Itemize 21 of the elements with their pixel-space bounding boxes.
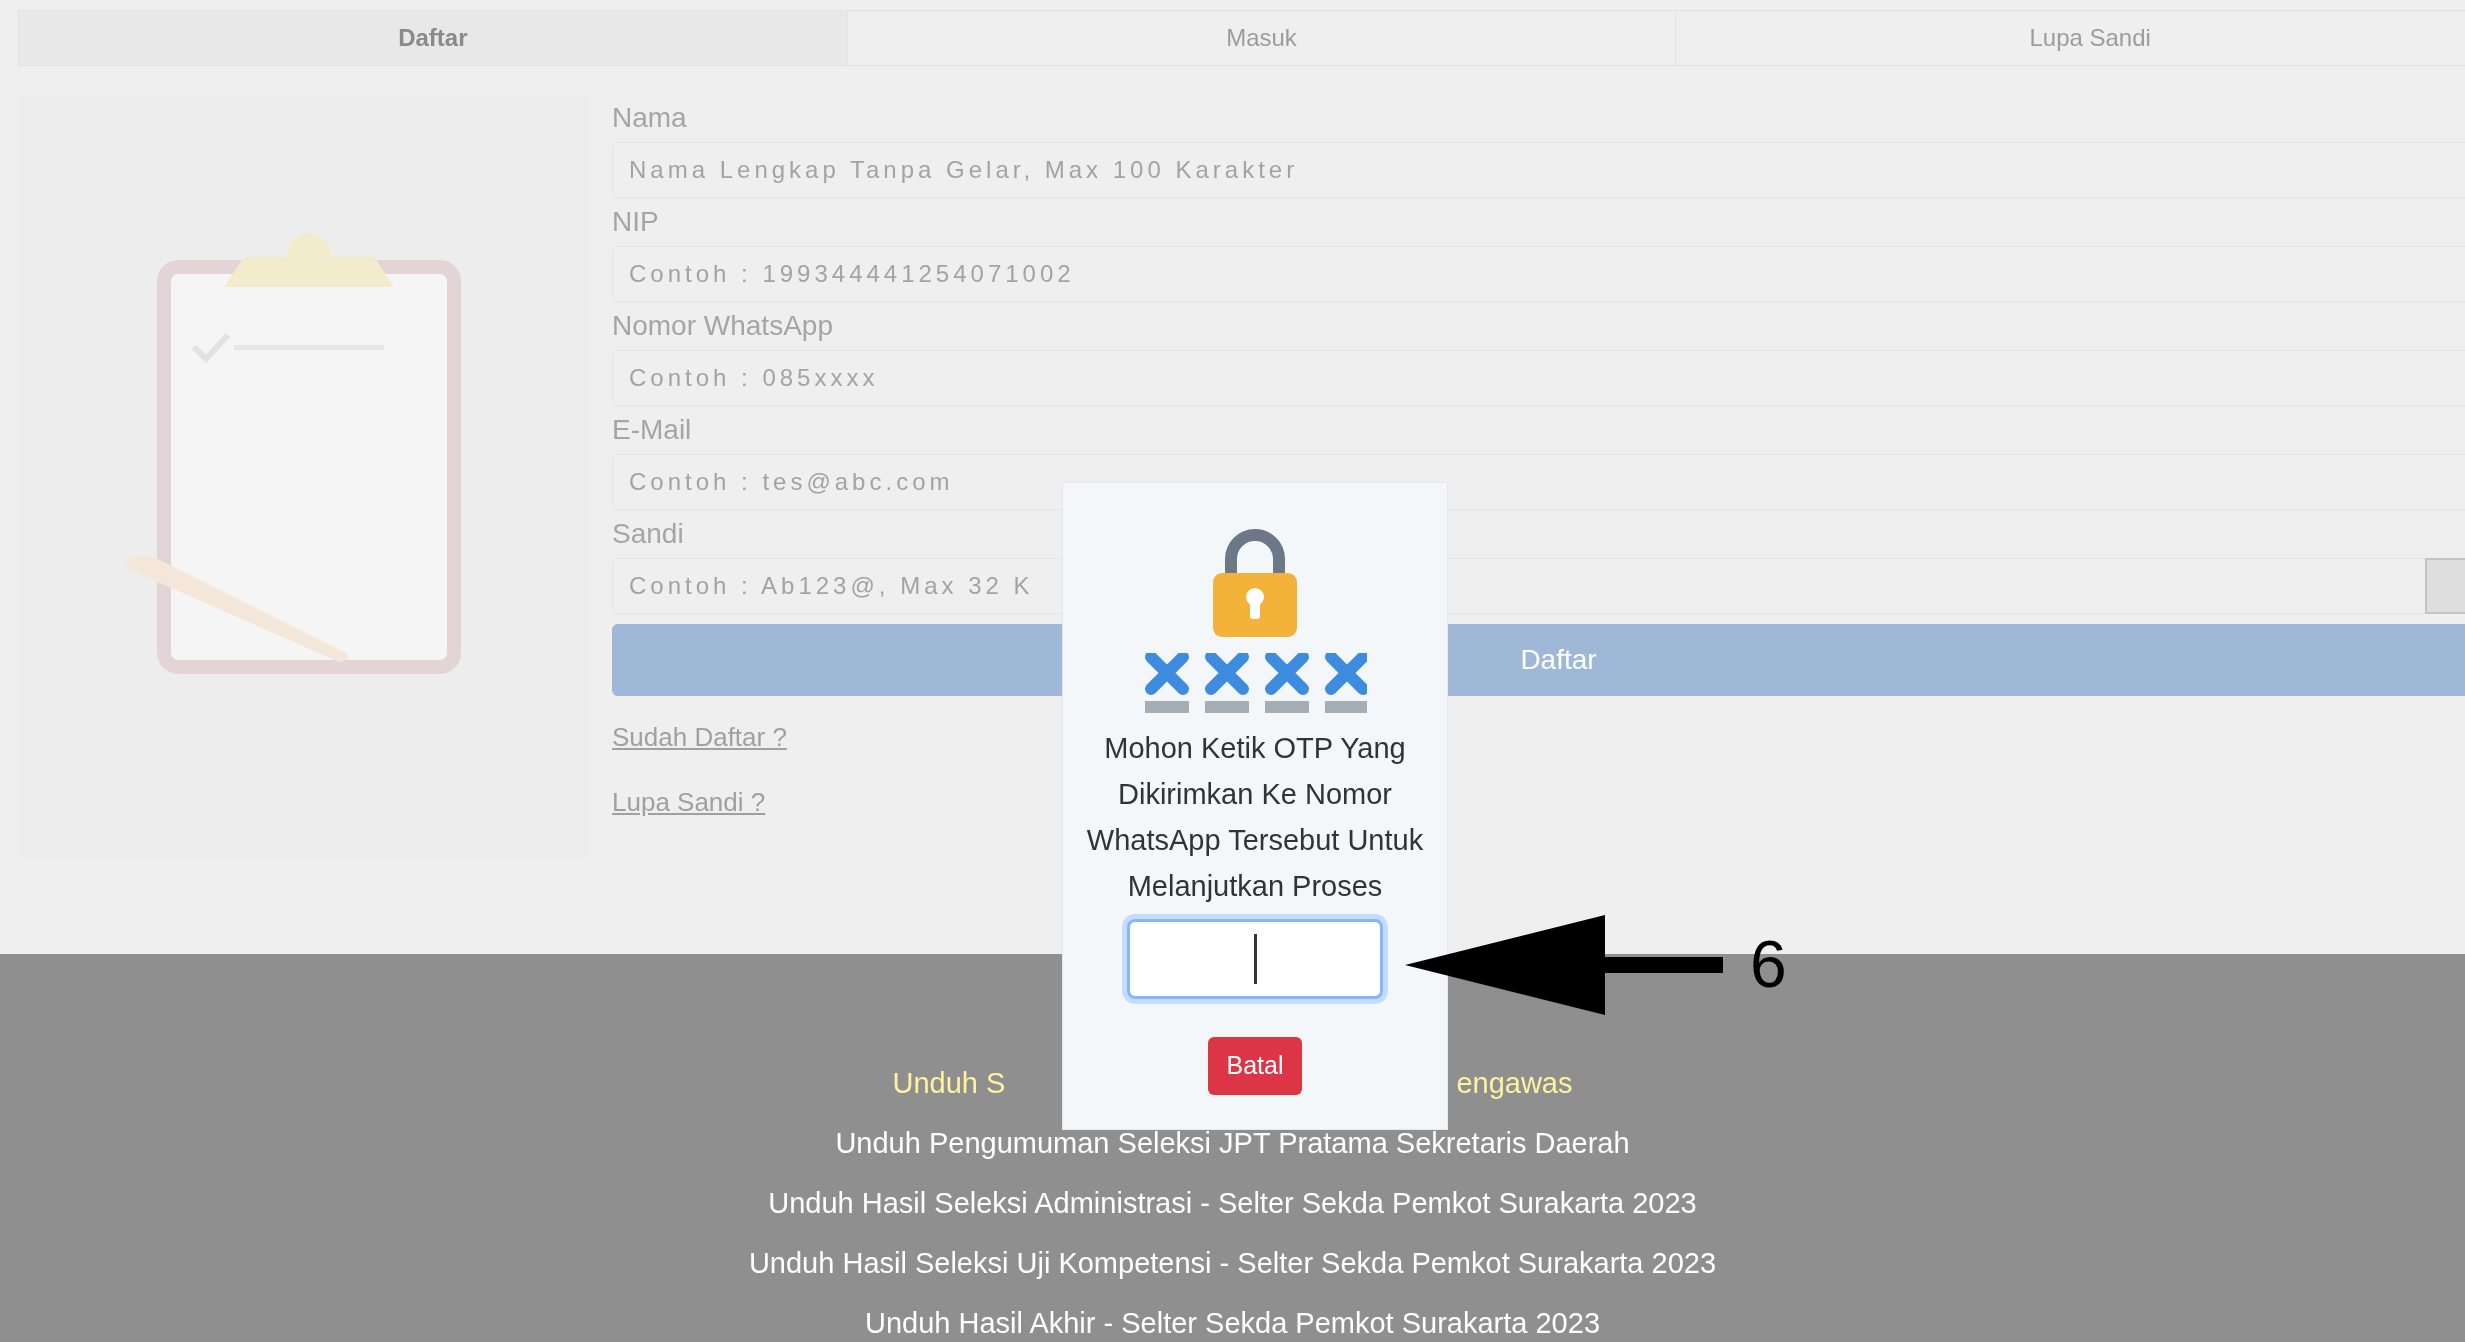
download-link[interactable]: Unduh S	[892, 1062, 1006, 1106]
text-link[interactable]: Lupa Sandi ?	[612, 783, 766, 822]
download-link[interactable]: Unduh Hasil Akhir - Selter Sekda Pemkot Surakarta 2023	[864, 1302, 1600, 1342]
download-link[interactable]: engawas	[1456, 1062, 1573, 1106]
field-label: Nomor WhatsApp	[612, 309, 834, 343]
download-link[interactable]: Unduh Hasil Seleksi Uji Kompetensi - Selter Sekda Pemkot Surakarta 2023	[748, 1242, 1717, 1286]
field-label: Nama	[612, 101, 688, 135]
cancel-button[interactable]: Batal	[1208, 1037, 1302, 1095]
field-label: E-Mail	[612, 413, 693, 447]
text-field[interactable]: Contoh : 199344441254071002	[612, 246, 2465, 302]
field-label: Sandi	[612, 517, 685, 551]
text-field[interactable]: Contoh : tes@abc.com	[612, 454, 2465, 510]
tab[interactable]: Daftar	[19, 11, 848, 65]
padlock-icon	[1213, 529, 1297, 637]
text-field[interactable]: Contoh : 085xxxx	[612, 350, 2465, 406]
download-link[interactable]: Unduh Hasil Seleksi Administrasi - Selter Sekda Pemkot Surakarta 2023	[768, 1182, 1697, 1226]
text-cursor-icon	[1253, 934, 1257, 984]
text-link[interactable]: Sudah Daftar ?	[612, 718, 787, 757]
otp-instructions: Mohon Ketik OTP Yang Dikirimkan Ke Nomor WhatsApp Tersebut Untuk Melanjutkan Proses	[1085, 731, 1425, 904]
text-field[interactable]: Nama Lengkap Tanpa Gelar, Max 100 Karakter	[612, 142, 2465, 198]
field-label: NIP	[612, 205, 660, 239]
